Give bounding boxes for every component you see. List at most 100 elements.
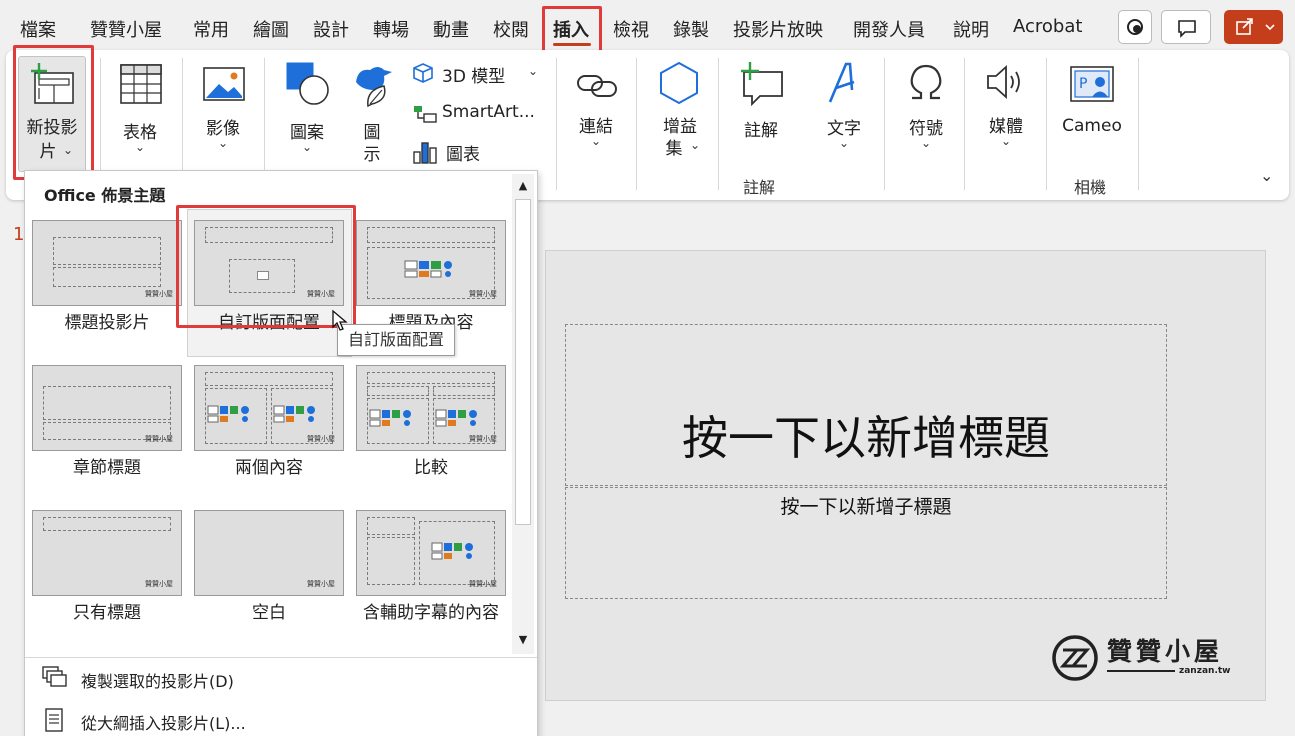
tab-record[interactable]: 錄製 bbox=[673, 16, 709, 42]
divider bbox=[556, 58, 557, 190]
cube-icon bbox=[413, 63, 433, 83]
collapse-ribbon-icon[interactable]: ⌄ bbox=[1260, 166, 1273, 185]
divider bbox=[25, 657, 537, 658]
share-button[interactable] bbox=[1224, 10, 1283, 44]
tab-file[interactable]: 檔案 bbox=[20, 16, 56, 42]
layout-title-only-label[interactable]: 只有標題 bbox=[26, 598, 188, 623]
outline-document-icon bbox=[45, 708, 63, 732]
new-comment-icon bbox=[741, 62, 783, 106]
record-button[interactable] bbox=[1118, 10, 1152, 44]
chevron-down-icon: ⌄ bbox=[839, 136, 850, 150]
cameo-icon: P bbox=[1070, 66, 1114, 102]
shapes-button[interactable]: 圖案 ⌄ bbox=[272, 56, 342, 172]
insert-from-outline-item[interactable]: 從大綱插入投影片(L)... bbox=[81, 710, 246, 734]
cameo-button[interactable]: P Cameo bbox=[1052, 56, 1132, 146]
scroll-up-icon[interactable]: ▲ bbox=[514, 177, 532, 195]
layout-content-caption-thumb[interactable]: 贊贊小屋 bbox=[356, 510, 506, 596]
layout-tooltip: 自訂版面配置 bbox=[337, 324, 455, 356]
title-placeholder-text: 按一下以新增標題 bbox=[682, 411, 1050, 465]
layout-title-slide-label[interactable]: 標題投影片 bbox=[26, 308, 188, 333]
scroll-thumb[interactable] bbox=[515, 199, 531, 525]
chart-label: 圖表 bbox=[446, 145, 480, 165]
zanzan-logo: 贊贊小屋 zanzan.tw bbox=[1051, 632, 1241, 682]
duplicate-slides-item[interactable]: 複製選取的投影片(D) bbox=[81, 668, 234, 692]
subtitle-placeholder[interactable]: 按一下以新增子標題 bbox=[565, 487, 1167, 599]
layout-comparison-thumb[interactable]: 贊贊小屋 bbox=[356, 365, 506, 451]
image-icon bbox=[203, 67, 245, 101]
smartart-button[interactable]: SmartArt... bbox=[410, 100, 550, 126]
tab-view[interactable]: 檢視 bbox=[613, 16, 649, 42]
zanzan-logo-icon bbox=[1052, 635, 1098, 681]
layout-title-only-thumb[interactable]: 贊贊小屋 bbox=[32, 510, 182, 596]
divider bbox=[636, 58, 637, 190]
smartart-icon bbox=[414, 106, 437, 123]
tab-animations[interactable]: 動畫 bbox=[433, 16, 469, 42]
shapes-icon bbox=[286, 62, 329, 105]
media-button[interactable]: 媒體 ⌄ bbox=[970, 56, 1042, 172]
layout-comparison-label[interactable]: 比較 bbox=[350, 453, 512, 478]
tab-help[interactable]: 說明 bbox=[953, 16, 989, 42]
menu-bar: 檔案 贊贊小屋 常用 繪圖 設計 轉場 動畫 校閱 插入 檢視 錄製 投影片放映… bbox=[0, 0, 1295, 54]
tab-zanzan[interactable]: 贊贊小屋 bbox=[90, 16, 162, 42]
layout-section-header-thumb[interactable]: 贊贊小屋 bbox=[32, 365, 182, 451]
layout-content-caption-label[interactable]: 含輔助字幕的內容 bbox=[350, 598, 512, 623]
layout-title-slide-thumb[interactable]: 贊贊小屋 bbox=[32, 220, 182, 306]
layout-two-content-thumb[interactable]: 贊贊小屋 bbox=[194, 365, 344, 451]
content-icons bbox=[431, 542, 473, 560]
text-button[interactable]: 文字 ⌄ bbox=[810, 56, 878, 172]
hexagon-icon bbox=[660, 61, 698, 105]
addins-button[interactable]: 增益 集 ⌄ bbox=[642, 56, 718, 172]
tab-developer[interactable]: 開發人員 bbox=[853, 16, 925, 42]
links-button[interactable]: 連結 ⌄ bbox=[562, 56, 630, 172]
comment-label: 註解 bbox=[744, 121, 778, 141]
slide-canvas[interactable]: 按一下以新增標題 按一下以新增子標題 贊贊小屋 zanzan.tw bbox=[545, 250, 1266, 701]
highlight-new-slide bbox=[13, 45, 94, 180]
icons-label-2: 示 bbox=[363, 145, 381, 165]
tab-design[interactable]: 設計 bbox=[313, 16, 349, 42]
tab-acrobat[interactable]: Acrobat bbox=[1013, 16, 1082, 37]
title-placeholder[interactable]: 按一下以新增標題 bbox=[565, 324, 1167, 486]
icons-button[interactable]: 圖 示 bbox=[346, 56, 398, 172]
layout-blank-label[interactable]: 空白 bbox=[188, 598, 350, 623]
scroll-down-icon[interactable]: ▼ bbox=[514, 631, 532, 649]
tab-draw[interactable]: 繪圖 bbox=[253, 16, 289, 42]
chart-button[interactable]: 圖表 bbox=[410, 138, 550, 165]
smartart-label: SmartArt... bbox=[442, 102, 535, 122]
mouse-cursor-icon bbox=[332, 309, 348, 331]
omega-icon bbox=[910, 64, 942, 100]
record-icon bbox=[1127, 19, 1143, 35]
layout-two-content-label[interactable]: 兩個內容 bbox=[188, 453, 350, 478]
table-button[interactable]: 表格 ⌄ bbox=[106, 56, 174, 172]
logo-subtext: zanzan.tw bbox=[1179, 666, 1231, 676]
content-icons bbox=[404, 260, 452, 278]
image-button[interactable]: 影像 ⌄ bbox=[189, 56, 257, 172]
chevron-down-icon: ⌄ bbox=[302, 140, 313, 154]
comments-group-label: 註解 bbox=[743, 178, 776, 197]
speaker-icon bbox=[987, 64, 1020, 100]
3d-models-button[interactable]: 3D 模型 ⌄ bbox=[410, 60, 550, 87]
tab-review[interactable]: 校閱 bbox=[493, 16, 529, 42]
slide-number: 1 bbox=[13, 224, 25, 245]
logo-text: 贊贊小屋 bbox=[1107, 637, 1224, 666]
tab-home[interactable]: 常用 bbox=[193, 16, 229, 42]
symbols-button[interactable]: 符號 ⌄ bbox=[890, 56, 962, 172]
duplicate-slides-icon bbox=[42, 666, 67, 687]
tab-transitions[interactable]: 轉場 bbox=[373, 16, 409, 42]
divider bbox=[964, 58, 965, 190]
layout-blank-thumb[interactable]: 贊贊小屋 bbox=[194, 510, 344, 596]
svg-text:P: P bbox=[1079, 76, 1087, 92]
layout-title-content-thumb[interactable]: 贊贊小屋 bbox=[356, 220, 506, 306]
comments-button[interactable] bbox=[1161, 10, 1211, 44]
new-slide-layout-menu: Office 佈景主題 贊贊小屋 標題投影片 贊贊小屋 自訂版面配置 贊贊小屋 … bbox=[24, 170, 538, 736]
chevron-down-icon: ⌄ bbox=[528, 64, 539, 78]
chevron-down-icon: ⌄ bbox=[591, 134, 602, 148]
content-icons bbox=[369, 409, 477, 427]
chevron-down-icon: ⌄ bbox=[690, 138, 701, 152]
divider bbox=[718, 58, 719, 190]
divider bbox=[1046, 58, 1047, 190]
highlight-custom-layout bbox=[176, 205, 356, 328]
layout-section-header-label[interactable]: 章節標題 bbox=[26, 453, 188, 478]
panel-heading: Office 佈景主題 bbox=[44, 186, 166, 205]
tab-slideshow[interactable]: 投影片放映 bbox=[733, 16, 823, 42]
comment-button[interactable]: 註解 bbox=[724, 56, 798, 146]
